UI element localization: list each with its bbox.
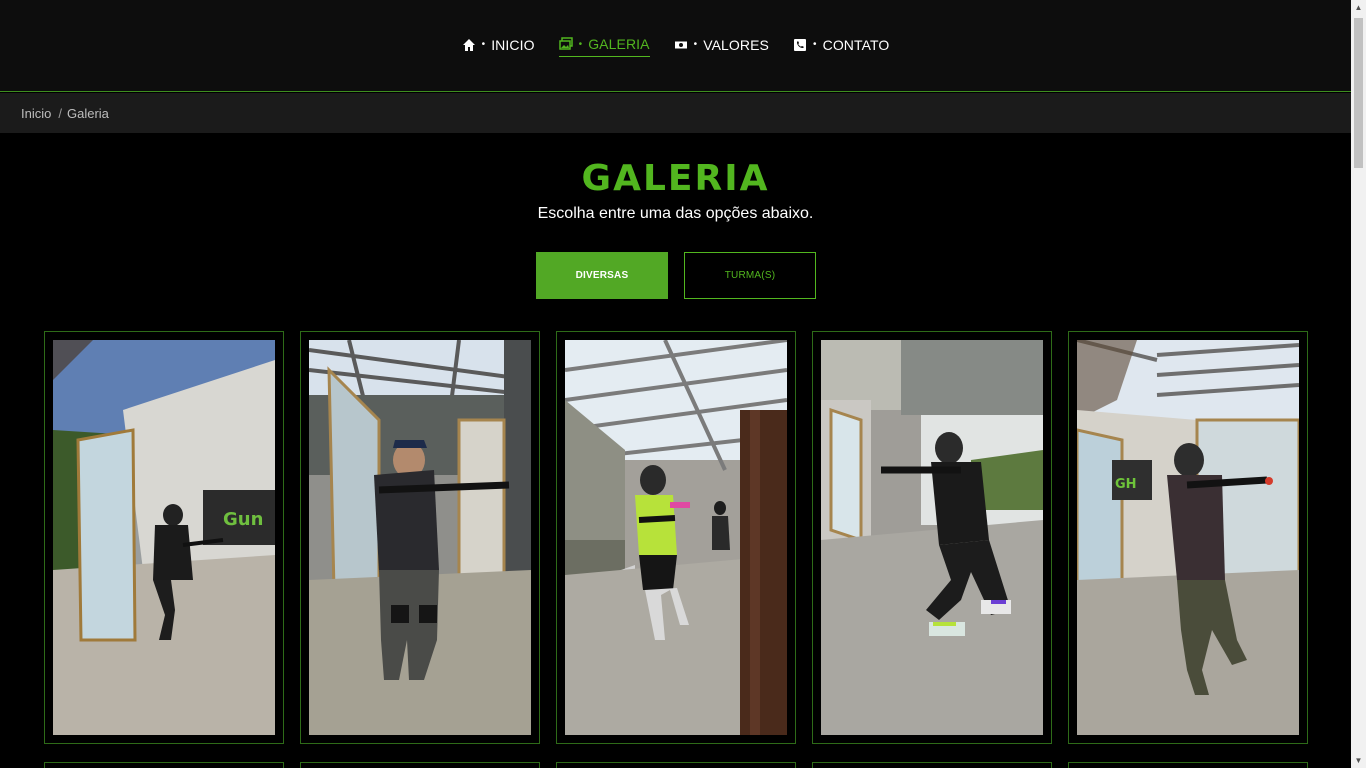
scrollbar-thumb[interactable]: [1354, 18, 1363, 168]
nav-item-valores[interactable]: • VALORES: [674, 36, 769, 57]
gallery-card[interactable]: [44, 762, 284, 768]
scroll-up-icon[interactable]: ▲: [1354, 3, 1363, 12]
gallery-photo: [309, 340, 531, 735]
gallery-card[interactable]: [812, 762, 1052, 768]
nav-item-inicio[interactable]: • INICIO: [462, 36, 535, 57]
gallery-photo: [821, 340, 1043, 735]
filter-diversas-button[interactable]: DIVERSAS: [536, 252, 668, 299]
nav-item-label: CONTATO: [822, 36, 890, 53]
photo-gallery: Gun GH: [44, 331, 1308, 768]
page-subtitle: Escolha entre uma das opções abaixo.: [537, 205, 814, 222]
gallery-card[interactable]: [812, 331, 1052, 744]
nav-item-label: VALORES: [703, 36, 769, 53]
images-icon: [558, 37, 573, 50]
breadcrumb: Inicio / Galeria: [0, 93, 1351, 133]
gallery-card[interactable]: [300, 331, 540, 744]
breadcrumb-current: Galeria: [66, 105, 109, 121]
scroll-down-icon[interactable]: ▼: [1354, 756, 1363, 765]
vertical-scrollbar[interactable]: ▲ ▼: [1351, 0, 1366, 768]
filter-buttons: DIVERSAS TURMA(S): [536, 252, 816, 299]
gallery-card[interactable]: [556, 762, 796, 768]
svg-text:GH: GH: [1115, 477, 1137, 492]
gallery-card[interactable]: [1068, 762, 1308, 768]
filter-turmas-button[interactable]: TURMA(S): [684, 252, 816, 299]
gallery-card[interactable]: [300, 762, 540, 768]
nav-separator: •: [813, 39, 817, 50]
gallery-card[interactable]: Gun: [44, 331, 284, 744]
nav-separator: •: [693, 39, 698, 50]
phone-icon: [794, 38, 806, 51]
gallery-photo: [565, 340, 787, 735]
top-navbar: • INICIO • GALERIA • VALORES • CONTATO: [0, 0, 1351, 92]
gallery-card[interactable]: [556, 331, 796, 744]
gallery-photo: Gun: [53, 340, 275, 735]
gallery-photo: GH: [1077, 340, 1299, 735]
nav-separator: •: [578, 38, 583, 50]
nav-item-label: GALERIA: [588, 36, 650, 52]
gallery-card[interactable]: GH: [1068, 331, 1308, 744]
money-icon: [674, 41, 687, 48]
nav-item-galeria[interactable]: • GALERIA: [558, 36, 650, 57]
home-icon: [462, 38, 475, 51]
nav-item-contato[interactable]: • CONTATO: [793, 36, 889, 57]
breadcrumb-home-link[interactable]: Inicio: [21, 106, 51, 121]
svg-text:Gun: Gun: [223, 509, 263, 530]
nav-item-label: INICIO: [491, 36, 535, 53]
breadcrumb-separator: /: [58, 105, 62, 121]
nav-separator: •: [481, 39, 486, 50]
page: • INICIO • GALERIA • VALORES • CONTATO I…: [0, 0, 1366, 768]
page-title: GALERIA: [581, 158, 770, 199]
main-nav: • INICIO • GALERIA • VALORES • CONTATO: [0, 36, 1351, 57]
